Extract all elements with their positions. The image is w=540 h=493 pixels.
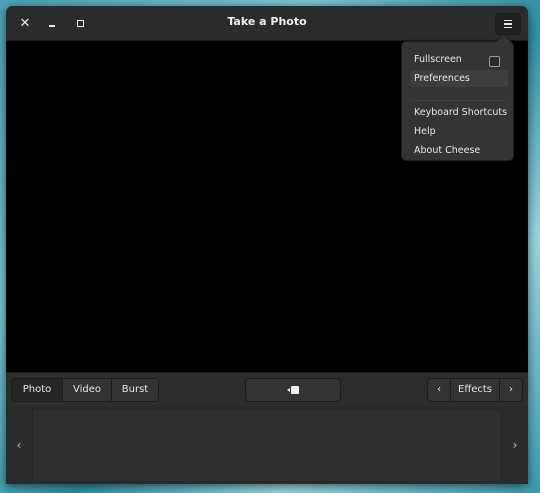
thumbnails-next-button[interactable]: › — [502, 405, 528, 484]
effects-next-button[interactable]: › — [500, 379, 522, 401]
main-menu-popover: Fullscreen Preferences Keyboard Shortcut… — [401, 33, 514, 161]
effects-group: ‹ Effects › — [427, 378, 523, 402]
menu-item-help[interactable]: Help — [410, 123, 508, 140]
camera-icon — [287, 386, 299, 394]
main-menu-button[interactable] — [495, 13, 521, 35]
thumbnails-prev-button[interactable]: ‹ — [6, 405, 32, 484]
fullscreen-checkbox[interactable] — [489, 56, 500, 67]
video-mode-button[interactable]: Video — [63, 379, 112, 401]
take-photo-button[interactable] — [245, 378, 341, 402]
effects-button[interactable]: Effects — [451, 379, 500, 401]
mode-switcher: Photo Video Burst — [11, 378, 159, 402]
menu-item-about[interactable]: About Cheese — [410, 142, 508, 159]
thumbnail-bar: ‹ › — [6, 405, 528, 484]
hamburger-icon — [504, 19, 512, 22]
window-title: Take a Photo — [227, 15, 307, 28]
burst-mode-button[interactable]: Burst — [112, 379, 158, 401]
thumbnail-strip[interactable] — [32, 409, 502, 482]
menu-separator — [410, 100, 505, 101]
menu-item-preferences[interactable]: Preferences — [410, 70, 508, 87]
menu-item-keyboard-shortcuts[interactable]: Keyboard Shortcuts — [410, 104, 508, 121]
photo-mode-button[interactable]: Photo — [12, 379, 63, 401]
titlebar: ✕ Take a Photo — [6, 6, 528, 41]
effects-prev-button[interactable]: ‹ — [428, 379, 451, 401]
capture-toolbar: Photo Video Burst ‹ Effects › — [6, 372, 528, 405]
